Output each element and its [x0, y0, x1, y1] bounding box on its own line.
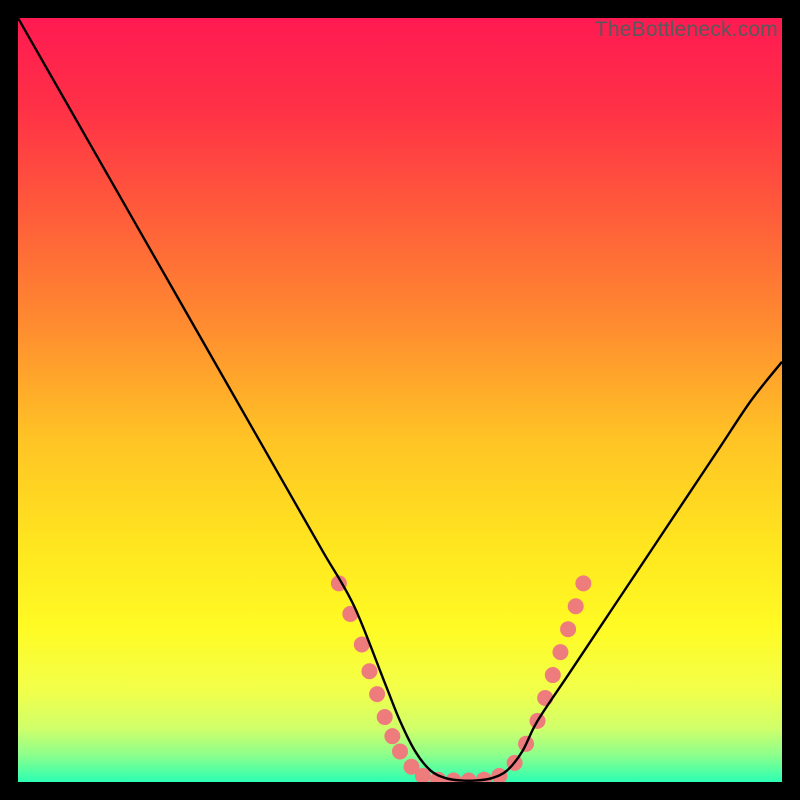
- highlight-dot: [575, 575, 591, 591]
- watermark-text: TheBottleneck.com: [595, 18, 778, 42]
- highlight-dot: [537, 690, 553, 706]
- highlight-dot: [560, 621, 576, 637]
- chart-plot: [18, 18, 782, 782]
- highlight-dot: [361, 663, 377, 679]
- highlight-dot: [384, 728, 400, 744]
- highlight-dot: [568, 598, 584, 614]
- highlight-dot: [377, 709, 393, 725]
- chart-background: [18, 18, 782, 782]
- highlight-dot: [392, 743, 408, 759]
- highlight-dot: [545, 667, 561, 683]
- highlight-dot: [552, 644, 568, 660]
- chart-frame: TheBottleneck.com: [18, 18, 782, 782]
- highlight-dot: [369, 686, 385, 702]
